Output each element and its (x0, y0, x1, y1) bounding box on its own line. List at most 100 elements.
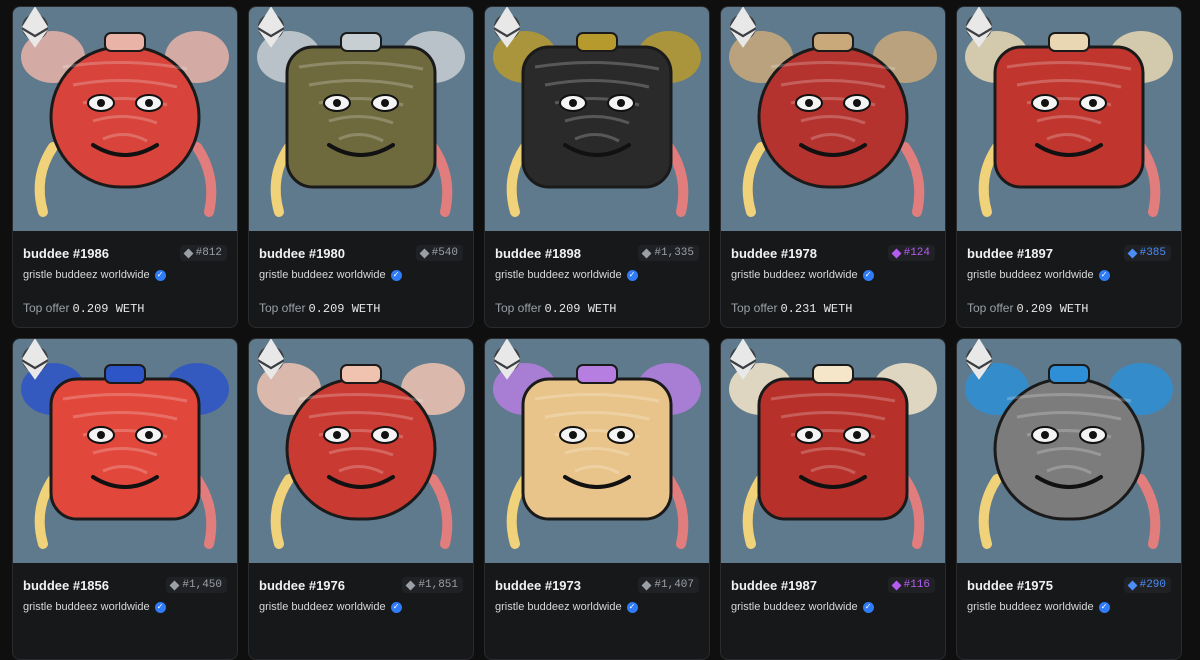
diamond-icon (1127, 248, 1138, 258)
collection-name[interactable]: gristle buddeez worldwide ✓ (259, 269, 463, 281)
diamond-icon (169, 580, 180, 590)
nft-name[interactable]: buddee #1987 (731, 578, 817, 593)
ethereum-icon (730, 339, 756, 380)
nft-name[interactable]: buddee #1973 (495, 578, 581, 593)
nft-card[interactable]: buddee #1897 #385 gristle buddeez worldwid… (956, 6, 1182, 328)
rarity-rank-value: #1,335 (654, 247, 694, 259)
rarity-rank-badge: #116 (887, 577, 935, 593)
ethereum-icon (494, 339, 520, 380)
nft-card[interactable]: buddee #1978 #124 gristle buddeez worldwid… (720, 6, 946, 328)
diamond-icon (419, 248, 430, 258)
ethereum-icon (258, 7, 284, 48)
nft-info: buddee #1975 #290 gristle buddeez worldwid… (957, 563, 1181, 613)
verified-check-icon: ✓ (390, 269, 402, 281)
nft-artwork[interactable] (13, 339, 237, 563)
collection-label: gristle buddeez worldwide (23, 269, 150, 281)
rarity-rank-value: #1,450 (182, 579, 222, 591)
nft-name[interactable]: buddee #1976 (259, 578, 345, 593)
collection-name[interactable]: gristle buddeez worldwide ✓ (23, 601, 227, 613)
collection-name[interactable]: gristle buddeez worldwide ✓ (731, 601, 935, 613)
diamond-icon (641, 580, 652, 590)
nft-name[interactable]: buddee #1856 (23, 578, 109, 593)
rarity-rank-badge: #124 (887, 245, 935, 261)
nft-artwork[interactable] (13, 7, 237, 231)
rarity-rank-badge: #290 (1123, 577, 1171, 593)
rarity-rank-value: #1,407 (654, 579, 694, 591)
rarity-rank-badge: #1,335 (638, 245, 699, 261)
nft-artwork[interactable] (485, 7, 709, 231)
top-offer-label: Top offer (731, 301, 778, 315)
verified-check-icon: ✓ (862, 601, 874, 613)
rarity-rank-badge: #540 (415, 245, 463, 261)
top-offer: Top offer 0.209 WETH (259, 301, 463, 316)
nft-card[interactable]: buddee #1987 #116 gristle buddeez worldwid… (720, 338, 946, 660)
ethereum-icon (966, 7, 992, 48)
ethereum-icon (966, 339, 992, 380)
collection-name[interactable]: gristle buddeez worldwide ✓ (967, 269, 1171, 281)
nft-name[interactable]: buddee #1986 (23, 246, 109, 261)
nft-name[interactable]: buddee #1898 (495, 246, 581, 261)
diamond-icon (405, 580, 416, 590)
rarity-rank-value: #812 (195, 247, 222, 259)
nft-info: buddee #1987 #116 gristle buddeez worldwid… (721, 563, 945, 613)
rarity-rank-value: #385 (1139, 247, 1166, 259)
nft-name[interactable]: buddee #1980 (259, 246, 345, 261)
rarity-rank-badge: #1,851 (402, 577, 463, 593)
nft-card[interactable]: buddee #1980 #540 gristle buddeez worldwid… (248, 6, 474, 328)
nft-grid: buddee #1986 #812 gristle buddeez worldwid… (12, 6, 1182, 660)
collection-label: gristle buddeez worldwide (259, 601, 386, 613)
verified-check-icon: ✓ (154, 269, 166, 281)
ethereum-icon (494, 7, 520, 48)
collection-name[interactable]: gristle buddeez worldwide ✓ (495, 269, 699, 281)
rarity-rank-value: #116 (903, 579, 930, 591)
collection-name[interactable]: gristle buddeez worldwide ✓ (731, 269, 935, 281)
diamond-icon (1127, 580, 1138, 590)
nft-card[interactable]: buddee #1975 #290 gristle buddeez worldwid… (956, 338, 1182, 660)
collection-label: gristle buddeez worldwide (495, 601, 622, 613)
nft-name[interactable]: buddee #1975 (967, 578, 1053, 593)
nft-name[interactable]: buddee #1897 (967, 246, 1053, 261)
top-offer: Top offer 0.209 WETH (495, 301, 699, 316)
diamond-icon (891, 248, 902, 258)
top-offer-value: 0.231 WETH (780, 302, 853, 316)
nft-card[interactable]: buddee #1898 #1,335 gristle buddeez worldw… (484, 6, 710, 328)
nft-artwork[interactable] (485, 339, 709, 563)
nft-info: buddee #1897 #385 gristle buddeez worldwid… (957, 231, 1181, 316)
rarity-rank-badge: #1,407 (638, 577, 699, 593)
collection-label: gristle buddeez worldwide (495, 269, 622, 281)
collection-label: gristle buddeez worldwide (967, 601, 1094, 613)
nft-card[interactable]: buddee #1856 #1,450 gristle buddeez worldw… (12, 338, 238, 660)
rarity-rank-badge: #812 (179, 245, 227, 261)
top-offer: Top offer 0.209 WETH (967, 301, 1171, 316)
nft-info: buddee #1856 #1,450 gristle buddeez worldw… (13, 563, 237, 613)
nft-card[interactable]: buddee #1976 #1,851 gristle buddeez worldw… (248, 338, 474, 660)
ethereum-icon (730, 7, 756, 48)
diamond-icon (183, 248, 194, 258)
verified-check-icon: ✓ (1098, 269, 1110, 281)
rarity-rank-value: #290 (1139, 579, 1166, 591)
verified-check-icon: ✓ (1098, 601, 1110, 613)
rarity-rank-badge: #1,450 (166, 577, 227, 593)
nft-artwork[interactable] (957, 7, 1181, 231)
nft-artwork[interactable] (957, 339, 1181, 563)
nft-card[interactable]: buddee #1973 #1,407 gristle buddeez worldw… (484, 338, 710, 660)
nft-name[interactable]: buddee #1978 (731, 246, 817, 261)
collection-name[interactable]: gristle buddeez worldwide ✓ (23, 269, 227, 281)
nft-artwork[interactable] (721, 339, 945, 563)
top-offer-label: Top offer (23, 301, 70, 315)
verified-check-icon: ✓ (862, 269, 874, 281)
collection-name[interactable]: gristle buddeez worldwide ✓ (495, 601, 699, 613)
ethereum-icon (22, 7, 48, 48)
top-offer-label: Top offer (495, 301, 542, 315)
nft-info: buddee #1898 #1,335 gristle buddeez worldw… (485, 231, 709, 316)
collection-label: gristle buddeez worldwide (967, 269, 1094, 281)
nft-info: buddee #1980 #540 gristle buddeez worldwid… (249, 231, 473, 316)
collection-name[interactable]: gristle buddeez worldwide ✓ (259, 601, 463, 613)
rarity-rank-value: #1,851 (418, 579, 458, 591)
nft-artwork[interactable] (249, 339, 473, 563)
nft-artwork[interactable] (721, 7, 945, 231)
nft-card[interactable]: buddee #1986 #812 gristle buddeez worldwid… (12, 6, 238, 328)
nft-artwork[interactable] (249, 7, 473, 231)
collection-name[interactable]: gristle buddeez worldwide ✓ (967, 601, 1171, 613)
rarity-rank-value: #124 (903, 247, 930, 259)
